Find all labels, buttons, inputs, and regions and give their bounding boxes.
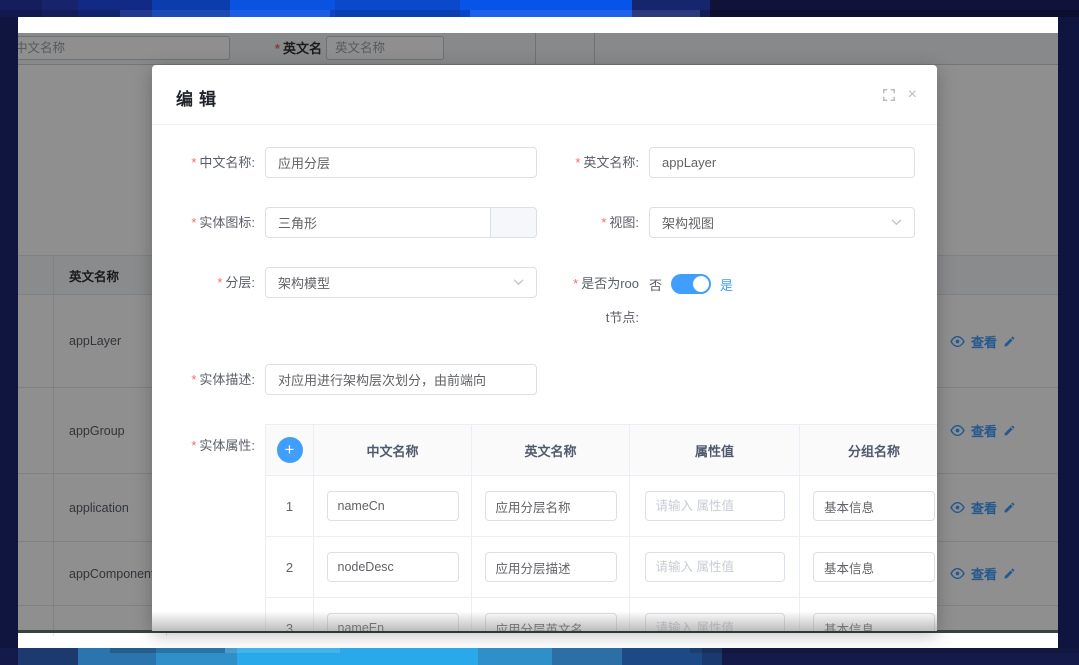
required-asterisk: *	[217, 275, 222, 290]
attribute-row: 2	[266, 537, 937, 598]
attr-name-cn-input[interactable]	[327, 552, 459, 582]
layer-select[interactable]: 架构模型	[265, 267, 537, 298]
required-asterisk: *	[191, 155, 196, 170]
col-value: 属性值	[630, 425, 800, 475]
toggle-knob	[693, 276, 709, 292]
name-cn-label: *中文名称:	[176, 147, 265, 178]
plus-icon: +	[285, 440, 295, 459]
col-name-cn: 中文名称	[314, 425, 472, 475]
attr-group-input[interactable]	[813, 491, 935, 521]
fullscreen-icon[interactable]	[882, 88, 896, 102]
name-en-input[interactable]	[649, 147, 915, 178]
add-attribute-button[interactable]: +	[277, 437, 303, 463]
desktop-background: *英文名 英文名称 appLayer	[0, 0, 1079, 665]
modal-body: *中文名称: *英文名称: *实体图标:	[152, 125, 937, 631]
close-icon[interactable]: ×	[908, 87, 917, 103]
required-asterisk: *	[191, 438, 196, 453]
entity-icon-label: *实体图标:	[176, 207, 265, 238]
required-asterisk: *	[191, 215, 196, 230]
attr-name-cn-input[interactable]	[327, 491, 459, 521]
modal-bottom-fade	[152, 611, 937, 631]
row-index: 1	[266, 476, 314, 536]
is-root-toggle[interactable]	[671, 274, 711, 294]
attr-name-en-input[interactable]	[485, 552, 617, 582]
attr-value-input[interactable]	[645, 491, 785, 521]
entity-icon-input[interactable]	[265, 207, 490, 238]
modal-title: 编辑	[176, 85, 222, 110]
attribute-table: + 中文名称 英文名称 属性值 分组名称 1	[265, 424, 937, 631]
chevron-down-icon	[513, 279, 524, 286]
edit-modal: 编辑 × *中文名称: *英	[152, 65, 937, 631]
name-en-label: *英文名称:	[537, 147, 649, 178]
desktop-top-band	[0, 0, 1079, 17]
toggle-on-label: 是	[720, 275, 733, 294]
desktop-bottom-band	[0, 648, 1079, 665]
row-index: 2	[266, 537, 314, 597]
entity-attrs-label: *实体属性:	[176, 424, 265, 631]
entity-desc-label: *实体描述:	[176, 364, 265, 395]
attr-name-en-input[interactable]	[485, 491, 617, 521]
is-root-label: *是否为roo t节点:	[537, 267, 649, 335]
required-asterisk: *	[191, 372, 196, 387]
attribute-table-header: + 中文名称 英文名称 属性值 分组名称	[266, 425, 937, 476]
view-select[interactable]: 架构视图	[649, 207, 915, 238]
col-group: 分组名称	[800, 425, 937, 475]
required-asterisk: *	[573, 276, 578, 291]
entity-desc-input[interactable]	[265, 364, 537, 395]
chevron-down-icon	[891, 219, 902, 226]
toggle-off-label: 否	[649, 275, 662, 294]
required-asterisk: *	[601, 215, 606, 230]
layer-label: *分层:	[176, 267, 265, 335]
attr-group-input[interactable]	[813, 552, 935, 582]
view-label: *视图:	[537, 207, 649, 238]
required-asterisk: *	[575, 155, 580, 170]
attribute-row: 1	[266, 476, 937, 537]
col-name-en: 英文名称	[472, 425, 630, 475]
modal-header: 编辑 ×	[152, 65, 937, 125]
attr-value-input[interactable]	[645, 552, 785, 582]
name-cn-input[interactable]	[265, 147, 537, 178]
app-window: *英文名 英文名称 appLayer	[18, 17, 1058, 648]
icon-picker-button[interactable]	[490, 207, 537, 238]
